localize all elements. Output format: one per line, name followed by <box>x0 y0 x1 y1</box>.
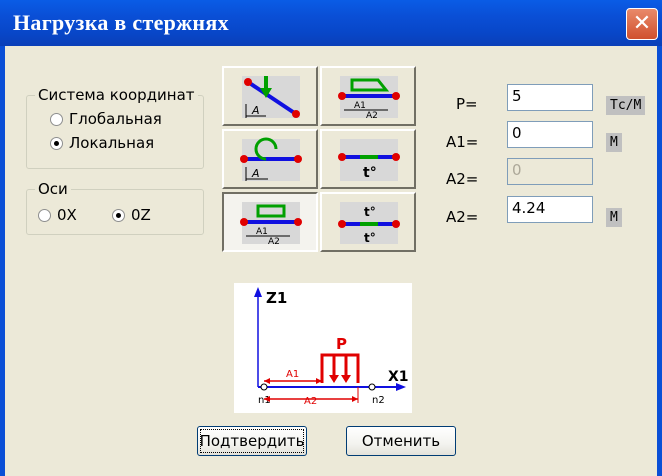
radio-0x-label: 0X <box>57 206 77 224</box>
radio-local-label: Локальная <box>69 134 155 152</box>
close-button[interactable]: ✕ <box>626 8 658 40</box>
node-2-marker <box>368 383 376 391</box>
dim-a2-label: A2 <box>304 396 317 407</box>
coord-system-group: Система координат <box>26 86 204 169</box>
point-moment-icon: A <box>240 137 302 181</box>
load-type-uniform-temperature[interactable]: t° <box>320 129 416 189</box>
radio-local-indicator[interactable] <box>50 136 63 150</box>
svg-text:A2: A2 <box>366 111 378 120</box>
radio-local[interactable]: Локальная <box>50 134 154 152</box>
svg-text:t°: t° <box>364 231 376 245</box>
load-type-partial-distributed-load[interactable]: A1 A2 <box>222 192 318 252</box>
radio-0z-label: 0Z <box>131 206 151 224</box>
radio-global-indicator[interactable] <box>50 112 63 126</box>
svg-text:t°: t° <box>364 205 376 219</box>
node-2-label: n2 <box>372 395 385 406</box>
radio-0x[interactable]: 0X <box>38 206 77 224</box>
radio-0z-indicator[interactable] <box>112 208 125 222</box>
param-p-unit: Тс/М <box>606 96 646 115</box>
param-a1-unit: М <box>606 133 622 152</box>
load-label: P <box>336 335 347 353</box>
param-p-input[interactable]: 5 <box>507 84 593 111</box>
temperature-gradient-icon: t° t° <box>338 202 400 245</box>
x-axis-label: X1 <box>388 369 409 385</box>
dialog-window: Нагрузка в стержнях ✕ Система координат … <box>0 0 662 476</box>
z-axis-label: Z1 <box>266 289 287 307</box>
load-type-moment[interactable]: A <box>222 129 318 189</box>
load-preview-diagram: Z1 X1 n1 n2 P A1 A2 <box>234 283 412 413</box>
param-a2-label: A2= <box>446 208 479 226</box>
radio-0z[interactable]: 0Z <box>112 206 151 224</box>
param-a2-disabled-input: 0 <box>507 158 593 185</box>
load-type-point-force[interactable]: A <box>222 66 318 126</box>
svg-text:A2: A2 <box>268 237 280 246</box>
z-axis-arrow <box>254 287 262 297</box>
svg-text:A1: A1 <box>256 227 268 237</box>
partial-distributed-load-icon: A1 A2 <box>240 202 302 246</box>
svg-text:t°: t° <box>363 165 377 181</box>
dim-a1-label: A1 <box>286 369 299 380</box>
radio-0x-indicator[interactable] <box>38 208 51 222</box>
node-1-marker <box>260 383 268 391</box>
svg-text:A: A <box>251 167 260 180</box>
param-p-label: P= <box>456 95 478 113</box>
param-a1-input[interactable]: 0 <box>507 121 593 148</box>
svg-text:A1: A1 <box>354 101 366 111</box>
param-a2-input[interactable]: 4.24 <box>507 196 593 223</box>
svg-text:A: A <box>251 104 260 117</box>
load-block <box>320 353 360 383</box>
axes-legend: Оси <box>35 180 71 198</box>
window-frame-right <box>657 46 662 476</box>
radio-global-label: Глобальная <box>69 110 162 128</box>
param-a2-unit: М <box>606 208 622 227</box>
load-type-temperature-gradient[interactable]: t° t° <box>320 192 416 252</box>
preview-svg: Z1 X1 n1 n2 P A1 A2 <box>254 287 409 407</box>
param-a2-disabled-label: A2= <box>446 170 479 188</box>
load-type-trapezoid-load[interactable]: A1 A2 <box>320 66 416 126</box>
title-bar[interactable]: Нагрузка в стержнях ✕ <box>0 0 662 46</box>
param-a1-label: A1= <box>446 133 479 151</box>
cancel-button[interactable]: Отменить <box>346 426 456 456</box>
radio-global[interactable]: Глобальная <box>50 110 162 128</box>
window-title: Нагрузка в стержнях <box>13 10 229 35</box>
point-force-inclined-icon: A <box>242 76 300 118</box>
window-frame-left <box>0 46 5 476</box>
coord-system-legend: Система координат <box>35 86 198 104</box>
confirm-button[interactable]: Подтвердить <box>197 426 307 456</box>
uniform-temperature-icon: t° <box>338 139 400 181</box>
trapezoid-distributed-load-icon: A1 A2 <box>338 76 400 120</box>
